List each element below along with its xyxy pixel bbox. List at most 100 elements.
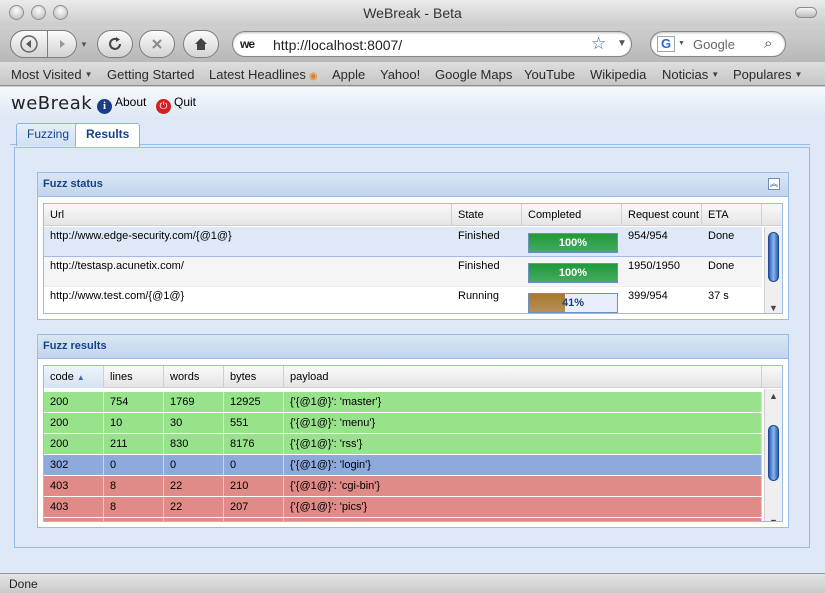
bookmark-most-visited[interactable]: Most Visited ▼ <box>11 67 93 82</box>
results-scrollbar[interactable]: ▲ ▼ <box>764 389 782 521</box>
cell-code: 403 <box>44 476 104 496</box>
table-row[interactable]: 403822211{'{@1@}': '~operator'} <box>44 518 762 521</box>
table-row[interactable]: http://www.test.com/{@1@} Running 41% 399/9… <box>44 287 762 313</box>
cell-lines: 10 <box>104 413 164 433</box>
quit-button[interactable]: ⏻ Quit <box>156 95 196 114</box>
cell-code: 302 <box>44 455 104 475</box>
cell-words: 22 <box>164 518 224 521</box>
table-row[interactable]: 403 8 22 207 {'{@1@}': 'pics'} <box>44 497 762 518</box>
cell-payload: {'{@1@}': 'login'} <box>284 455 762 475</box>
url-text[interactable]: http://localhost:8007/ <box>273 37 402 53</box>
scroll-up-icon[interactable]: ▲ <box>765 389 782 403</box>
cell-bytes: 207 <box>224 497 284 517</box>
cell-eta: Done <box>708 230 735 242</box>
cell-bytes: 0 <box>224 455 284 475</box>
cell-url: http://www.test.com/{@1@} <box>50 290 185 302</box>
status-text: Done <box>9 577 38 591</box>
table-row[interactable]: 200 754 1769 12925 {'{@1@}': 'master'} <box>44 392 762 413</box>
cell-state: Finished <box>458 230 500 242</box>
bookmark-youtube[interactable]: YouTube <box>524 67 575 82</box>
table-row[interactable]: 200 211 830 8176 {'{@1@}': 'rss'} <box>44 434 762 455</box>
fuzz-status-grid: Url State Completed Request count ETA ht… <box>43 203 783 314</box>
search-engine-icon[interactable]: G <box>657 36 675 52</box>
bookmark-latest-headlines[interactable]: Latest Headlines ◉ <box>209 67 318 82</box>
scroll-thumb[interactable] <box>768 425 779 481</box>
table-row[interactable]: http://www.edge-security.com/{@1@} Finish… <box>44 227 762 257</box>
tab-results[interactable]: Results <box>75 123 141 147</box>
toolbar-toggle-icon[interactable] <box>795 7 817 18</box>
progress-bar: 100% <box>528 233 618 253</box>
tab-fuzzing[interactable]: Fuzzing <box>16 123 81 146</box>
cell-bytes: 210 <box>224 476 284 496</box>
navigation-toolbar: ▼ we http://localhost:8007/ ☆ ▼ G ▼ Goog… <box>0 26 825 62</box>
engine-dropdown-icon[interactable]: ▼ <box>678 40 685 47</box>
bookmark-yahoo[interactable]: Yahoo! <box>380 67 420 82</box>
column-header-bytes[interactable]: bytes <box>224 366 284 388</box>
column-header-lines[interactable]: lines <box>104 366 164 388</box>
site-favicon: we <box>240 37 255 51</box>
close-window-icon[interactable] <box>9 5 24 20</box>
collapse-icon[interactable]: ︽ <box>768 178 780 190</box>
column-header-words[interactable]: words <box>164 366 224 388</box>
cell-payload: {'{@1@}': 'cgi-bin'} <box>284 476 762 496</box>
scroll-thumb[interactable] <box>768 232 779 282</box>
bookmark-label: Noticias <box>662 67 709 82</box>
history-dropdown[interactable]: ▼ <box>78 30 90 58</box>
column-header-url[interactable]: Url <box>44 204 452 226</box>
progress-label: 41% <box>561 297 585 309</box>
search-icon[interactable]: ⌕ <box>764 35 772 52</box>
table-row[interactable]: 200 10 30 551 {'{@1@}': 'menu'} <box>44 413 762 434</box>
cell-request-count: 954/954 <box>628 230 668 242</box>
search-bar[interactable]: G ▼ Google ⌕ <box>650 31 786 57</box>
zoom-window-icon[interactable] <box>53 5 68 20</box>
progress-bar: 100% <box>528 263 618 283</box>
bookmark-wikipedia[interactable]: Wikipedia <box>590 67 646 82</box>
panel-header: Fuzz results <box>38 335 788 359</box>
bookmark-getting-started[interactable]: Getting Started <box>107 67 194 82</box>
bookmark-noticias[interactable]: Noticias ▼ <box>662 67 719 82</box>
bookmark-google-maps[interactable]: Google Maps <box>435 67 512 82</box>
column-header-completed[interactable]: Completed <box>522 204 622 226</box>
status-bar: Done <box>0 573 825 593</box>
reload-button[interactable] <box>97 30 133 58</box>
table-row[interactable]: http://testasp.acunetix.com/Finished 100%… <box>44 257 762 287</box>
column-header-code[interactable]: code ▲ <box>44 366 104 388</box>
stop-button[interactable] <box>139 30 175 58</box>
bookmark-label: Populares <box>733 67 792 82</box>
scroll-down-icon[interactable]: ▼ <box>765 515 782 521</box>
rss-icon: ◉ <box>308 71 318 82</box>
column-header-state[interactable]: State <box>452 204 522 226</box>
search-input[interactable]: Google <box>693 37 735 52</box>
table-row[interactable]: 403 8 22 210 {'{@1@}': 'cgi-bin'} <box>44 476 762 497</box>
fuzz-status-panel: Fuzz status ︽ Url State Completed Reques… <box>37 172 789 320</box>
chevron-down-icon: ▼ <box>794 70 803 79</box>
column-header-eta[interactable]: ETA <box>702 204 762 226</box>
bookmark-populares[interactable]: Populares ▼ <box>733 67 802 82</box>
home-button[interactable] <box>183 30 219 58</box>
column-header-request-count[interactable]: Request count <box>622 204 702 226</box>
about-button[interactable]: i About <box>97 95 146 114</box>
table-row[interactable]: 302 0 0 0 {'{@1@}': 'login'} <box>44 455 762 476</box>
cell-url: http://testasp.acunetix.com/ <box>50 260 184 272</box>
back-button[interactable] <box>10 30 48 58</box>
cell-code: 200 <box>44 392 104 412</box>
cell-code: 403 <box>44 518 104 521</box>
results-tab-body: Fuzz status ︽ Url State Completed Reques… <box>14 147 810 548</box>
bookmark-apple[interactable]: Apple <box>332 67 365 82</box>
column-header-payload[interactable]: payload <box>284 366 762 388</box>
fuzz-results-panel: Fuzz results code ▲ lines words bytes pay… <box>37 334 789 528</box>
url-bar[interactable]: we http://localhost:8007/ ☆ ▼ <box>232 31 632 57</box>
quit-label: Quit <box>174 95 197 109</box>
forward-button[interactable] <box>47 30 77 58</box>
cell-code: 403 <box>44 497 104 517</box>
scroll-down-icon[interactable]: ▼ <box>765 301 782 313</box>
status-scrollbar[interactable]: ▲ ▼ <box>764 227 782 313</box>
minimize-window-icon[interactable] <box>31 5 46 20</box>
url-history-dropdown-icon[interactable]: ▼ <box>617 38 627 49</box>
cell-bytes: 12925 <box>224 392 284 412</box>
cell-lines: 8 <box>104 497 164 517</box>
bookmark-star-icon[interactable]: ☆ <box>591 34 606 54</box>
cell-payload: {'{@1@}': 'menu'} <box>284 413 762 433</box>
cell-completed: 41% <box>522 287 622 313</box>
cell-completed: 100% <box>522 257 622 286</box>
